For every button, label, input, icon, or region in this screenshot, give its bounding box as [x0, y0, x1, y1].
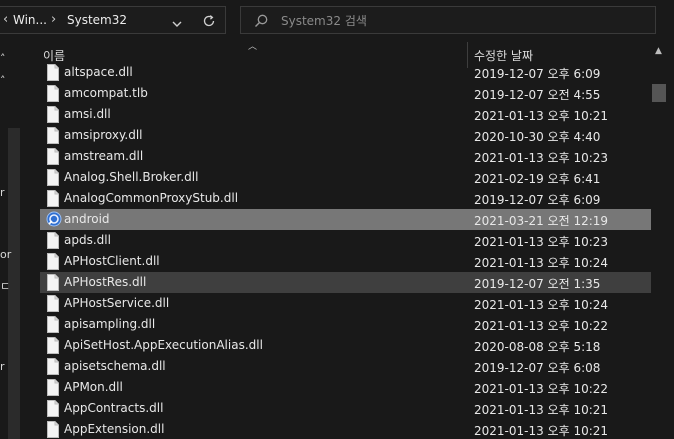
file-date-modified: 2021-01-13 오후 10:24 — [474, 256, 609, 270]
file-name: AppContracts.dll — [64, 401, 164, 415]
file-row[interactable]: ApiSetHost.AppExecutionAlias.dll 2020-08-… — [40, 335, 651, 356]
file-name: APHostRes.dll — [64, 275, 147, 289]
scroll-up-icon[interactable]: ▲ — [655, 46, 662, 56]
file-name: amstream.dll — [64, 149, 144, 163]
search-box[interactable] — [240, 6, 656, 34]
file-name: APMon.dll — [64, 380, 123, 394]
file-name: AppExtension.dll — [64, 422, 165, 436]
file-name: altspace.dll — [64, 65, 133, 79]
file-row[interactable]: AnalogCommonProxyStub.dll 2019-12-07 오후 6… — [40, 188, 651, 209]
address-bar[interactable]: ‹ Win... › System32 — [0, 6, 226, 34]
search-input[interactable] — [279, 11, 643, 31]
file-name: apisetschema.dll — [64, 359, 166, 373]
nav-item-fragment[interactable]: ㄷ — [0, 278, 10, 294]
file-name: android — [64, 212, 110, 226]
dll-file-icon — [46, 232, 60, 249]
dll-file-icon — [46, 64, 60, 81]
dll-file-icon — [46, 337, 60, 354]
search-icon — [253, 13, 269, 29]
file-date-modified: 2021-01-13 오후 10:23 — [474, 235, 609, 249]
file-date-modified: 2020-10-30 오후 4:40 — [474, 130, 601, 144]
file-name: ApiSetHost.AppExecutionAlias.dll — [64, 338, 263, 352]
file-date-modified: 2019-12-07 오후 6:09 — [474, 193, 601, 207]
file-date-modified: 2021-01-13 오후 10:21 — [474, 403, 609, 417]
scrollbar-thumb[interactable] — [652, 84, 666, 102]
file-date-modified: 2021-01-13 오후 10:21 — [474, 109, 609, 123]
dll-file-icon — [46, 169, 60, 186]
file-date-modified: 2021-01-13 오후 10:23 — [474, 151, 609, 165]
file-name: apds.dll — [64, 233, 111, 247]
file-date-modified: 2021-01-13 오후 10:22 — [474, 319, 609, 333]
dll-file-icon — [46, 253, 60, 270]
file-name: amcompat.tlb — [64, 86, 148, 100]
file-date-modified: 2021-01-13 오후 10:22 — [474, 382, 609, 396]
file-row[interactable]: AppContracts.dll 2021-01-13 오후 10:21 — [40, 398, 651, 419]
nav-item-fragment[interactable]: or — [0, 248, 11, 261]
dll-file-icon — [46, 148, 60, 165]
file-row[interactable]: APMon.dll 2021-01-13 오후 10:22 — [40, 377, 651, 398]
toolbar: ‹ Win... › System32 — [0, 0, 674, 40]
breadcrumb-system32[interactable]: System32 — [67, 13, 127, 27]
file-name: AnalogCommonProxyStub.dll — [64, 191, 239, 205]
file-list: altspace.dll 2019-12-07 오후 6:09 amcompat.t… — [40, 62, 652, 439]
nav-item-fragment[interactable]: r — [0, 360, 5, 373]
back-chevron-icon[interactable]: ‹ — [3, 12, 8, 27]
dll-file-icon — [46, 127, 60, 144]
file-date-modified: 2021-01-13 오후 10:24 — [474, 298, 609, 312]
file-row[interactable]: Analog.Shell.Broker.dll 2021-02-19 오후 6:4… — [40, 167, 651, 188]
dll-file-icon — [46, 400, 60, 417]
file-date-modified: 2019-12-07 오후 6:09 — [474, 67, 601, 81]
file-icon — [46, 85, 60, 102]
dll-file-icon — [46, 274, 60, 291]
dll-file-icon — [46, 190, 60, 207]
file-row[interactable]: amsi.dll 2021-01-13 오후 10:21 — [40, 104, 651, 125]
file-name: Analog.Shell.Broker.dll — [64, 170, 199, 184]
nav-item-fragment[interactable]: r — [0, 186, 5, 199]
file-row[interactable]: APHostService.dll 2021-01-13 오후 10:24 — [40, 293, 651, 314]
file-row[interactable]: apisetschema.dll 2019-12-07 오후 6:08 — [40, 356, 651, 377]
file-name: apisampling.dll — [64, 317, 156, 331]
dll-file-icon — [46, 316, 60, 333]
breadcrumb-windows[interactable]: Win... — [13, 13, 47, 27]
file-date-modified: 2019-12-07 오전 4:55 — [474, 88, 601, 102]
dll-file-icon — [46, 106, 60, 123]
file-name: APHostService.dll — [64, 296, 170, 310]
file-name: amsi.dll — [64, 107, 111, 121]
dll-file-icon — [46, 421, 60, 438]
file-date-modified: 2021-01-13 오후 10:21 — [474, 424, 609, 438]
file-date-modified: 2021-03-21 오전 12:19 — [474, 214, 609, 228]
vertical-scrollbar[interactable]: ▲ — [652, 40, 668, 439]
file-row[interactable]: APHostRes.dll 2019-12-07 오전 1:35 — [40, 272, 651, 293]
navigation-pane[interactable]: ˄ ˄ r or ㄷ r — [0, 40, 22, 439]
file-row[interactable]: apds.dll 2021-01-13 오후 10:23 — [40, 230, 651, 251]
dll-file-icon — [46, 379, 60, 396]
breadcrumb-separator-icon[interactable]: › — [51, 12, 56, 27]
chevron-down-icon[interactable] — [171, 15, 183, 27]
file-explorer-window: ‹ Win... › System32 System32 검색 ˄ ˄ r or… — [0, 0, 674, 439]
file-row[interactable]: android 2021-03-21 오전 12:19 — [40, 209, 651, 230]
dll-file-icon — [46, 295, 60, 312]
file-date-modified: 2020-08-08 오후 5:18 — [474, 340, 601, 354]
file-row[interactable]: AppExtension.dll 2021-01-13 오후 10:21 — [40, 419, 651, 439]
file-row[interactable]: amstream.dll 2021-01-13 오후 10:23 — [40, 146, 651, 167]
sort-ascending-icon: ︿ — [248, 42, 258, 52]
file-row[interactable]: amsiproxy.dll 2020-10-30 오후 4:40 — [40, 125, 651, 146]
file-row[interactable]: apisampling.dll 2021-01-13 오후 10:22 — [40, 314, 651, 335]
file-name: amsiproxy.dll — [64, 128, 143, 142]
nav-expand-icon[interactable]: ˄ — [0, 74, 6, 87]
dll-file-icon — [46, 358, 60, 375]
file-date-modified: 2021-02-19 오후 6:41 — [474, 172, 601, 186]
file-row[interactable]: altspace.dll 2019-12-07 오후 6:09 — [40, 62, 651, 83]
file-name: APHostClient.dll — [64, 254, 160, 268]
file-date-modified: 2019-12-07 오후 6:08 — [474, 361, 601, 375]
nav-expand-icon[interactable]: ˄ — [0, 52, 6, 65]
file-row[interactable]: amcompat.tlb 2019-12-07 오전 4:55 — [40, 83, 651, 104]
file-date-modified: 2019-12-07 오전 1:35 — [474, 277, 601, 291]
android-app-icon — [46, 211, 62, 228]
file-row[interactable]: APHostClient.dll 2021-01-13 오후 10:24 — [40, 251, 651, 272]
refresh-icon[interactable] — [201, 13, 217, 29]
